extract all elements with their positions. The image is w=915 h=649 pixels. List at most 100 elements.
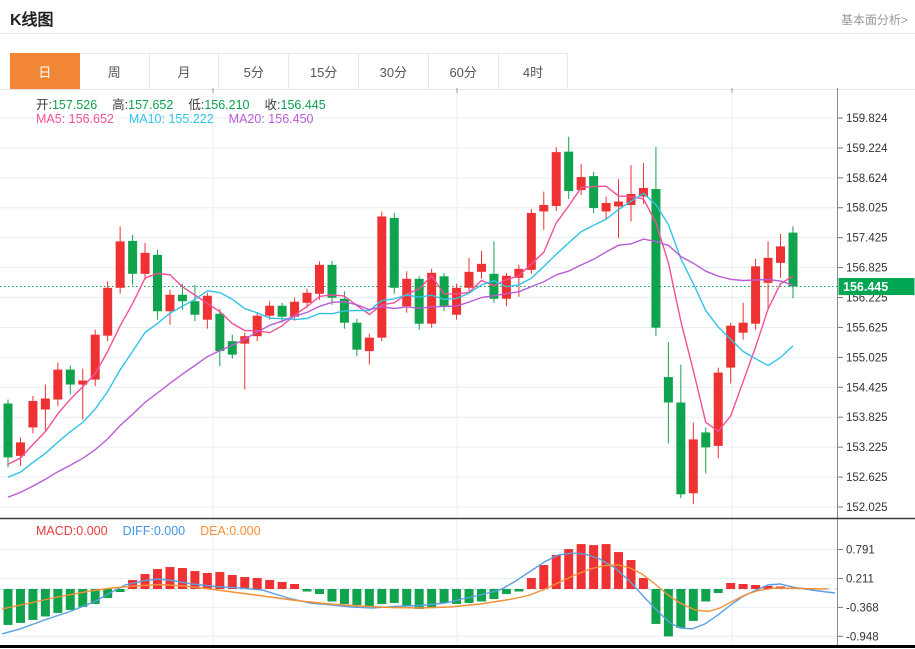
dea-value: DEA:0.000 (200, 524, 260, 538)
macd-histogram-bar (290, 584, 299, 589)
price-axis-label: 155.625 (846, 322, 888, 334)
diff-value: DIFF:0.000 (123, 524, 186, 538)
macd-histogram-bar (377, 589, 386, 604)
candle-body (589, 176, 598, 208)
macd-axis-label: -0.368 (846, 602, 879, 614)
price-axis-label: 159.824 (846, 113, 888, 125)
price-axis-label: 153.825 (846, 412, 888, 424)
macd-histogram-bar (514, 589, 523, 591)
candle-body (377, 216, 386, 337)
price-axis-label: 152.625 (846, 472, 888, 484)
candle-body (215, 314, 224, 351)
price-axis-label: 158.624 (846, 173, 888, 185)
candle-body (477, 264, 486, 272)
candle-body (178, 295, 187, 301)
macd-histogram-bar (402, 589, 411, 606)
macd-histogram-bar (527, 578, 536, 589)
macd-info-bar: MACD:0.000 DIFF:0.000 DEA:0.000 (36, 524, 276, 538)
candle-body (602, 203, 611, 211)
ma20-value: MA20: 156.450 (229, 112, 314, 126)
low-value: 低:156.210 (188, 94, 249, 113)
candle-body (440, 276, 449, 306)
candle-body (165, 295, 174, 311)
candle-body (103, 288, 112, 336)
macd-histogram-bar (539, 565, 548, 589)
price-axis-label: 158.025 (846, 203, 888, 215)
macd-axis-label: 0.791 (846, 545, 875, 557)
macd-histogram-bar (390, 589, 399, 603)
open-value: 开:157.526 (36, 94, 97, 113)
macd-histogram-bar (627, 560, 636, 589)
macd-histogram-bar (564, 549, 573, 589)
macd-histogram-bar (340, 589, 349, 604)
macd-histogram-bar (701, 589, 710, 601)
candle-body (751, 266, 760, 323)
macd-histogram-bar (714, 589, 723, 593)
candle-body (303, 293, 312, 303)
candle-body (352, 323, 361, 350)
candle-body (327, 265, 336, 298)
macd-histogram-bar (465, 589, 474, 603)
macd-histogram-bar (253, 578, 262, 589)
candle-body (739, 323, 748, 333)
candle-body (614, 201, 623, 206)
macd-histogram-bar (440, 589, 449, 603)
macd-histogram-bar (278, 582, 287, 589)
macd-histogram-bar (66, 589, 75, 610)
candle-body (676, 403, 685, 495)
candle-body (153, 255, 162, 311)
macd-histogram-bar (365, 589, 374, 606)
candle-body (390, 218, 399, 288)
macd-histogram-bar (689, 589, 698, 621)
ma10-value: MA10: 155.222 (129, 112, 214, 126)
candle-body (190, 301, 199, 314)
candle-body (689, 439, 698, 493)
macd-histogram-bar (41, 589, 50, 616)
candle-body (315, 265, 324, 294)
candle-body (664, 377, 673, 402)
candle-body (4, 404, 13, 458)
candle-body (539, 205, 548, 211)
ma5-line (8, 186, 793, 464)
price-axis-label: 159.224 (846, 143, 888, 155)
macd-histogram-bar (676, 589, 685, 628)
ma20-line (8, 239, 793, 497)
candle-body (465, 272, 474, 288)
ohlc-info-bar: 开:157.526 高:157.652 低:156.210 收:156.445 (36, 94, 341, 113)
macd-histogram-bar (352, 589, 361, 605)
candle-body (564, 152, 573, 191)
macd-histogram-bar (28, 589, 37, 620)
candle-body (265, 306, 274, 316)
candle-body (41, 399, 50, 410)
macd-histogram-bar (577, 544, 586, 589)
candle-body (128, 241, 137, 274)
ma-info-bar: MA5: 156.652 MA10: 155.222 MA20: 156.450 (36, 112, 328, 126)
macd-histogram-bar (265, 580, 274, 589)
candle-body (203, 296, 212, 320)
candle-body (726, 326, 735, 368)
macd-histogram-bar (240, 577, 249, 589)
macd-histogram-bar (639, 578, 648, 589)
price-axis-label: 154.425 (846, 382, 888, 394)
price-axis-label: 157.425 (846, 233, 888, 245)
candle-body (141, 253, 150, 274)
candle-body (365, 338, 374, 351)
price-axis-label: 156.825 (846, 263, 888, 275)
macd-histogram-bar (303, 589, 312, 591)
price-axis-label: 152.025 (846, 502, 888, 514)
macd-value: MACD:0.000 (36, 524, 108, 538)
macd-histogram-bar (726, 583, 735, 589)
candle-body (66, 370, 75, 385)
close-value: 收:156.445 (265, 94, 326, 113)
ma10-line (8, 193, 793, 477)
macd-histogram-bar (315, 589, 324, 594)
candle-body (116, 241, 125, 287)
candle-body (776, 246, 785, 262)
ma5-value: MA5: 156.652 (36, 112, 114, 126)
candle-body (53, 370, 62, 400)
price-axis-label: 153.225 (846, 442, 888, 454)
candle-body (552, 152, 561, 206)
candle-body (28, 401, 37, 427)
macd-histogram-bar (739, 584, 748, 589)
candle-body (701, 432, 710, 447)
